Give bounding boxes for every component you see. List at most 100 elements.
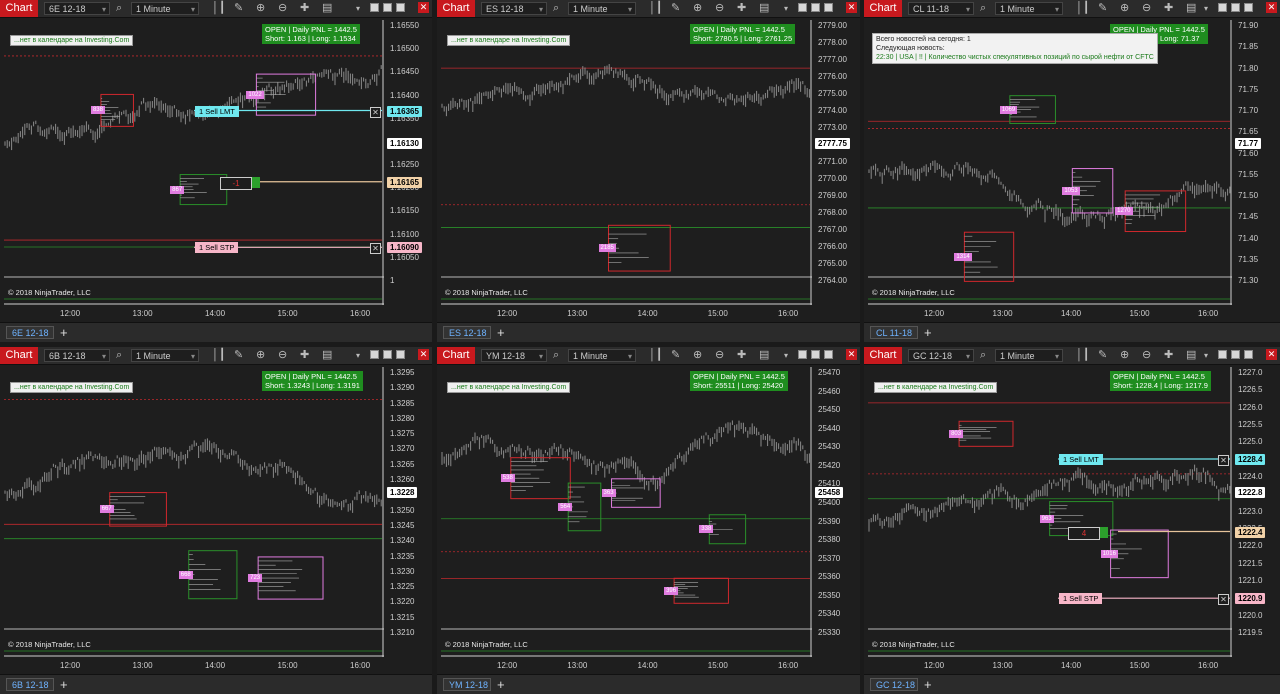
- add-tab-icon[interactable]: +: [924, 324, 932, 341]
- instrument-selector[interactable]: CL 11-18: [908, 2, 974, 16]
- minimize-icon[interactable]: [383, 3, 392, 12]
- sell-limit-order[interactable]: 1 Sell LMT: [1059, 454, 1103, 465]
- search-icon[interactable]: ⌕: [116, 0, 122, 17]
- chart-menu-button[interactable]: Chart: [864, 0, 902, 17]
- minimize-icon[interactable]: [1231, 350, 1240, 359]
- add-tab-icon[interactable]: +: [924, 676, 932, 693]
- minimize-icon[interactable]: [811, 350, 820, 359]
- price-axis[interactable]: 2779.00 2778.00 2777.00 2776.00 2775.00 2774.…: [814, 18, 852, 303]
- crosshair-icon[interactable]: ✚: [1164, 0, 1173, 17]
- instrument-selector[interactable]: ES 12-18: [481, 2, 547, 16]
- price-chart[interactable]: [441, 20, 812, 305]
- crosshair-icon[interactable]: ✚: [737, 347, 746, 364]
- chart-tab[interactable]: YM 12-18: [443, 678, 491, 691]
- pencil-icon[interactable]: ✎: [1098, 347, 1107, 364]
- properties-icon[interactable]: ▤: [1186, 0, 1196, 17]
- chart-tab[interactable]: 6B 12-18: [6, 678, 54, 691]
- price-axis[interactable]: 1227.01226.51226.01225.51225.01224.51224…: [1234, 365, 1272, 655]
- interval-selector[interactable]: 1 Minute: [131, 349, 199, 363]
- properties-icon[interactable]: ▤: [759, 0, 769, 17]
- dropdown-arrow-icon[interactable]: ▾: [784, 0, 788, 17]
- minimize-icon[interactable]: [383, 350, 392, 359]
- interval-selector[interactable]: 1 Minute: [995, 2, 1063, 16]
- tile-icon[interactable]: [1218, 3, 1227, 12]
- maximize-icon[interactable]: [1244, 350, 1253, 359]
- add-tab-icon[interactable]: +: [497, 676, 505, 693]
- dropdown-arrow-icon[interactable]: ▾: [356, 347, 360, 364]
- interval-selector[interactable]: 1 Minute: [568, 349, 636, 363]
- cancel-order-icon[interactable]: ✕: [1218, 455, 1229, 466]
- position-close-button[interactable]: [252, 176, 260, 188]
- zoom-in-icon[interactable]: ⊕: [1120, 347, 1129, 364]
- interval-selector[interactable]: 1 Minute: [131, 2, 199, 16]
- properties-icon[interactable]: ▤: [322, 347, 332, 364]
- price-chart[interactable]: [4, 20, 384, 305]
- maximize-icon[interactable]: [396, 3, 405, 12]
- close-icon[interactable]: ✕: [1266, 349, 1277, 360]
- minimize-icon[interactable]: [1231, 3, 1240, 12]
- crosshair-icon[interactable]: ✚: [300, 0, 309, 17]
- maximize-icon[interactable]: [396, 350, 405, 359]
- close-icon[interactable]: ✕: [846, 2, 857, 13]
- zoom-out-icon[interactable]: ⊖: [715, 347, 724, 364]
- bars-type-icon[interactable]: │┃: [212, 0, 226, 17]
- zoom-out-icon[interactable]: ⊖: [278, 347, 287, 364]
- pencil-icon[interactable]: ✎: [234, 0, 243, 17]
- chart-tab[interactable]: 6E 12-18: [6, 326, 54, 339]
- zoom-out-icon[interactable]: ⊖: [715, 0, 724, 17]
- zoom-out-icon[interactable]: ⊖: [278, 0, 287, 17]
- instrument-selector[interactable]: 6E 12-18: [44, 2, 110, 16]
- price-axis[interactable]: 1.3295 1.3290 1.3285 1.3280 1.3275 1.3270 1.32…: [386, 365, 424, 655]
- zoom-in-icon[interactable]: ⊕: [1120, 0, 1129, 17]
- instrument-selector[interactable]: YM 12-18: [481, 349, 547, 363]
- properties-icon[interactable]: ▤: [322, 0, 332, 17]
- crosshair-icon[interactable]: ✚: [300, 347, 309, 364]
- add-tab-icon[interactable]: +: [60, 676, 68, 693]
- zoom-out-icon[interactable]: ⊖: [1142, 347, 1151, 364]
- price-chart[interactable]: [4, 367, 384, 657]
- properties-icon[interactable]: ▤: [759, 347, 769, 364]
- cancel-order-icon[interactable]: ✕: [370, 106, 381, 118]
- maximize-icon[interactable]: [1244, 3, 1253, 12]
- bars-type-icon[interactable]: │┃: [1076, 0, 1090, 17]
- price-chart[interactable]: [868, 367, 1232, 657]
- chart-tab[interactable]: GC 12-18: [870, 678, 918, 691]
- close-icon[interactable]: ✕: [1266, 2, 1277, 13]
- zoom-in-icon[interactable]: ⊕: [256, 347, 265, 364]
- sell-limit-order[interactable]: 1 Sell LMT: [195, 105, 239, 117]
- dropdown-arrow-icon[interactable]: ▾: [356, 0, 360, 17]
- add-tab-icon[interactable]: +: [60, 324, 68, 341]
- search-icon[interactable]: ⌕: [553, 347, 559, 364]
- search-icon[interactable]: ⌕: [116, 347, 122, 364]
- crosshair-icon[interactable]: ✚: [1164, 347, 1173, 364]
- search-icon[interactable]: ⌕: [980, 0, 986, 17]
- tile-icon[interactable]: [370, 3, 379, 12]
- dropdown-arrow-icon[interactable]: ▾: [784, 347, 788, 364]
- instrument-selector[interactable]: GC 12-18: [908, 349, 974, 363]
- properties-icon[interactable]: ▤: [1186, 347, 1196, 364]
- chart-menu-button[interactable]: Chart: [437, 347, 475, 364]
- tile-icon[interactable]: [1218, 350, 1227, 359]
- dropdown-arrow-icon[interactable]: ▾: [1204, 0, 1208, 17]
- minimize-icon[interactable]: [811, 3, 820, 12]
- bars-type-icon[interactable]: │┃: [212, 347, 226, 364]
- maximize-icon[interactable]: [824, 350, 833, 359]
- sell-stop-order[interactable]: 1 Sell STP: [1059, 593, 1103, 605]
- pencil-icon[interactable]: ✎: [671, 0, 680, 17]
- chart-menu-button[interactable]: Chart: [437, 0, 475, 17]
- bars-type-icon[interactable]: │┃: [649, 347, 663, 364]
- close-icon[interactable]: ✕: [418, 2, 429, 13]
- zoom-in-icon[interactable]: ⊕: [256, 0, 265, 17]
- dropdown-arrow-icon[interactable]: ▾: [1204, 347, 1208, 364]
- instrument-selector[interactable]: 6B 12-18: [44, 349, 110, 363]
- close-icon[interactable]: ✕: [846, 349, 857, 360]
- price-axis[interactable]: 1.165501.165001.164501.164001.163501.163…: [386, 18, 424, 303]
- tile-icon[interactable]: [370, 350, 379, 359]
- sell-stop-order[interactable]: 1 Sell STP: [195, 242, 239, 254]
- pencil-icon[interactable]: ✎: [234, 347, 243, 364]
- chart-menu-button[interactable]: Chart: [864, 347, 902, 364]
- bars-type-icon[interactable]: │┃: [649, 0, 663, 17]
- interval-selector[interactable]: 1 Minute: [995, 349, 1063, 363]
- cancel-order-icon[interactable]: ✕: [1218, 594, 1229, 606]
- position-quantity[interactable]: 4: [1068, 526, 1100, 540]
